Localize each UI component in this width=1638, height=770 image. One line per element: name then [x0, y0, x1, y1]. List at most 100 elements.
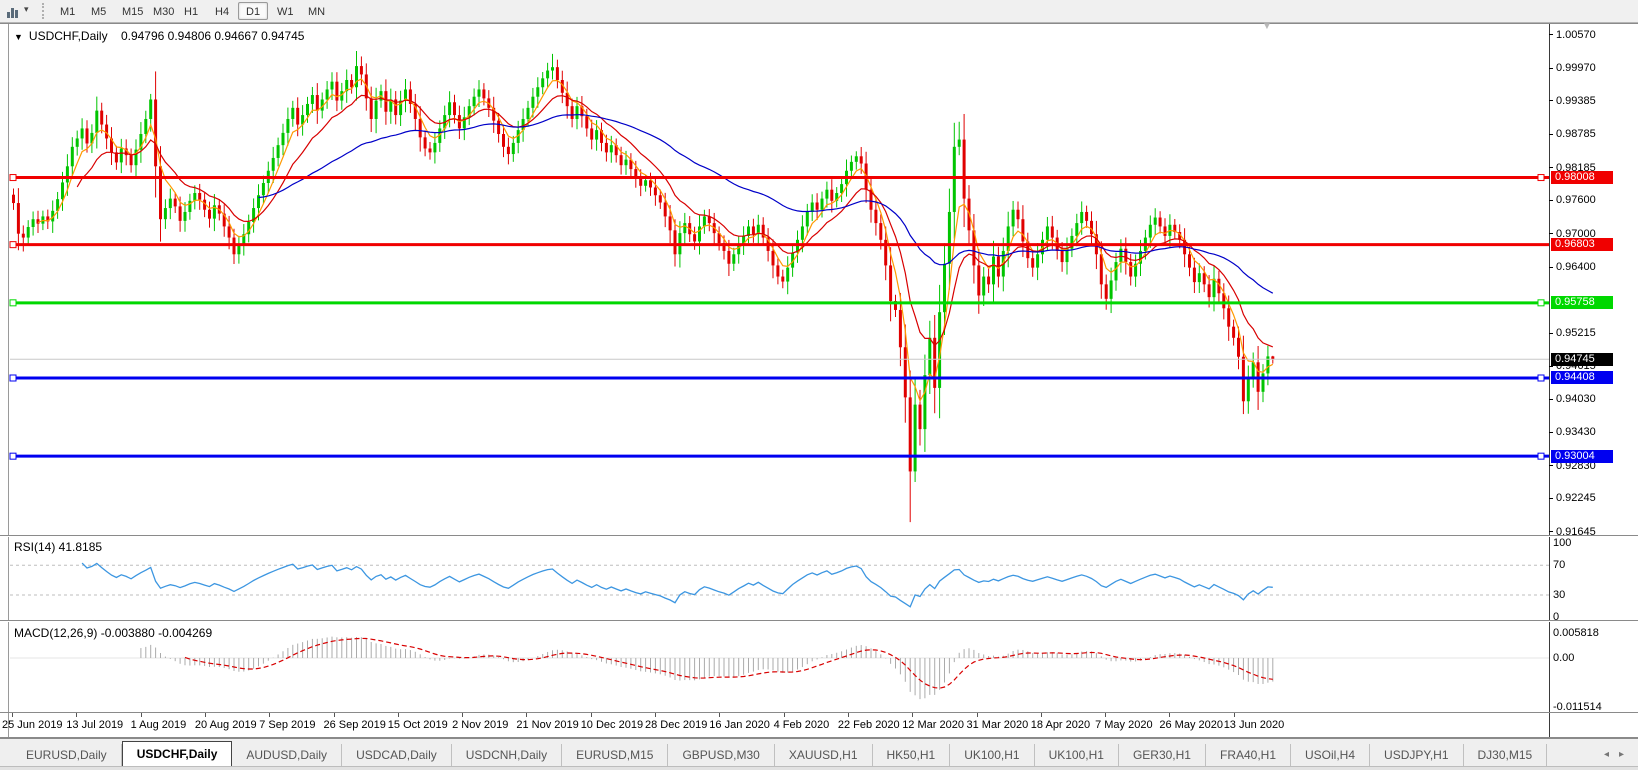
- date-axis-tick: [1105, 713, 1106, 717]
- chart-tab-gbpusd-m30[interactable]: GBPUSD,M30: [668, 744, 774, 766]
- candle: [409, 81, 412, 113]
- line-handle[interactable]: [10, 375, 16, 381]
- candle: [1213, 266, 1216, 311]
- line-handle[interactable]: [1538, 175, 1544, 181]
- chart-tab-bar: EURUSD,DailyUSDCHF,DailyAUDUSD,DailyUSDC…: [0, 738, 1638, 766]
- chart-tab-eurusd-m15[interactable]: EURUSD,M15: [562, 744, 668, 766]
- chart-tab-fra40-h1[interactable]: FRA40,H1: [1206, 744, 1291, 766]
- line-handle[interactable]: [1538, 375, 1544, 381]
- date-axis-tick: [719, 713, 720, 717]
- date-axis-label: 28 Dec 2019: [645, 719, 707, 731]
- last-bar-marker-icon[interactable]: ▼: [1262, 21, 1272, 32]
- candle: [752, 219, 755, 243]
- candle: [855, 151, 858, 169]
- candle: [237, 236, 240, 264]
- chart-tab-usdcnh-daily[interactable]: USDCNH,Daily: [452, 744, 562, 766]
- chart-tab-xauusd-h1[interactable]: XAUUSD,H1: [775, 744, 873, 766]
- candle: [46, 210, 49, 229]
- candle: [282, 124, 285, 156]
- candle: [458, 106, 461, 139]
- candle: [311, 87, 314, 113]
- chart-tab-usdjpy-h1[interactable]: USDJPY,H1: [1370, 744, 1463, 766]
- macd-axis-label: -0.011514: [1553, 701, 1602, 713]
- chart-tab-uk100-h1[interactable]: UK100,H1: [950, 744, 1034, 766]
- date-axis-label: 13 Jun 2020: [1224, 719, 1285, 731]
- candle: [1173, 219, 1176, 238]
- candle: [56, 192, 59, 219]
- chart-tab-usdchf-daily[interactable]: USDCHF,Daily: [122, 741, 233, 766]
- line-handle[interactable]: [1538, 300, 1544, 306]
- line-handle[interactable]: [10, 242, 16, 248]
- candle: [184, 202, 187, 232]
- tab-scroll-right-icon[interactable]: ▸: [1619, 749, 1624, 760]
- chart-tab-uk100-h1[interactable]: UK100,H1: [1035, 744, 1119, 766]
- date-axis-tick: [1169, 713, 1170, 717]
- chart-plot[interactable]: [0, 0, 1638, 737]
- candle: [130, 149, 133, 173]
- date-axis-label: 18 Apr 2020: [1031, 719, 1090, 731]
- candle: [384, 79, 387, 124]
- candle: [600, 123, 603, 152]
- chart-tab-usdcad-daily[interactable]: USDCAD,Daily: [342, 744, 452, 766]
- candle: [541, 72, 544, 94]
- chart-tab-usoil-h4[interactable]: USOil,H4: [1291, 744, 1370, 766]
- price-axis-label: 0.93430: [1556, 426, 1596, 438]
- candle: [1021, 205, 1024, 257]
- line-handle[interactable]: [10, 300, 16, 306]
- rsi-axis-label: 0: [1553, 611, 1559, 623]
- line-handle[interactable]: [1538, 453, 1544, 459]
- candle: [953, 123, 956, 239]
- candle: [198, 184, 201, 210]
- date-axis-tick: [912, 713, 913, 717]
- candle: [816, 193, 819, 220]
- line-handle[interactable]: [10, 175, 16, 181]
- candle: [718, 226, 721, 250]
- candle: [340, 83, 343, 110]
- candle: [987, 269, 990, 293]
- date-axis-tick: [1041, 713, 1042, 717]
- candle: [654, 178, 657, 206]
- level-price-label: 0.93004: [1551, 450, 1613, 463]
- candle: [71, 137, 74, 177]
- candle: [100, 103, 103, 134]
- price-axis-tick-mark: [1549, 267, 1553, 268]
- chart-symbol-title: USDCHF,Daily: [29, 29, 108, 43]
- date-axis-label: 31 Mar 2020: [967, 719, 1029, 731]
- candle: [963, 114, 966, 227]
- price-axis-label: 0.94030: [1556, 393, 1596, 405]
- candle: [982, 267, 985, 306]
- candle: [1017, 201, 1020, 228]
- candle: [213, 194, 216, 231]
- price-axis-label: 0.96400: [1556, 261, 1596, 273]
- date-axis-label: 16 Jan 2020: [709, 719, 770, 731]
- candle: [1026, 233, 1029, 268]
- chart-tab-audusd-daily[interactable]: AUDUSD,Daily: [232, 744, 342, 766]
- line-handle[interactable]: [10, 453, 16, 459]
- candle: [615, 138, 618, 162]
- candle: [781, 270, 784, 289]
- candle: [1262, 364, 1265, 402]
- chart-tab-dj30-m15[interactable]: DJ30,M15: [1464, 744, 1548, 766]
- candle: [1110, 268, 1113, 313]
- candle: [874, 199, 877, 236]
- chart-tab-hk50-h1[interactable]: HK50,H1: [873, 744, 951, 766]
- tab-scroll-left-icon[interactable]: ◂: [1604, 749, 1609, 760]
- chart-tab-eurusd-daily[interactable]: EURUSD,Daily: [12, 744, 122, 766]
- candle: [17, 188, 20, 250]
- price-axis-tick-mark: [1549, 68, 1553, 69]
- chart-dropdown-icon[interactable]: ▼: [14, 32, 23, 42]
- price-axis-label: 0.92245: [1556, 492, 1596, 504]
- rsi-axis-label: 100: [1553, 537, 1571, 549]
- rsi-line: [82, 563, 1273, 607]
- candle: [894, 295, 897, 317]
- price-axis-label: 0.99970: [1556, 62, 1596, 74]
- candle: [22, 225, 25, 251]
- candle: [811, 194, 814, 221]
- candle: [429, 142, 432, 160]
- date-axis-label: 12 Mar 2020: [902, 719, 964, 731]
- candle: [414, 94, 417, 130]
- candle: [193, 185, 196, 209]
- candle: [1198, 263, 1201, 293]
- chart-tab-ger30-h1[interactable]: GER30,H1: [1119, 744, 1206, 766]
- candle: [350, 74, 353, 93]
